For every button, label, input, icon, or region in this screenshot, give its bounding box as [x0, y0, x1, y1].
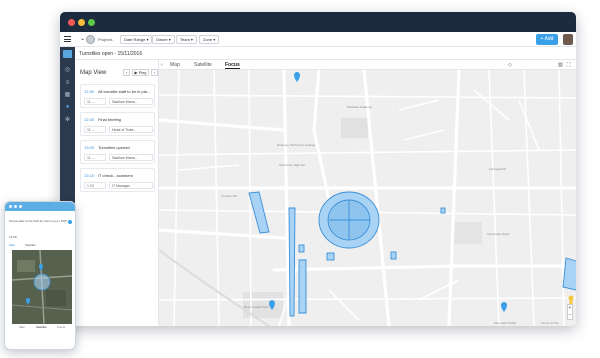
calendar-icon[interactable]: ▦	[64, 92, 71, 99]
user-avatar[interactable]	[563, 34, 573, 45]
map-label-croydon: Croydon Rd	[221, 194, 237, 198]
top-toolbar: ⌄ Projects Date Range ▾ Owner ▾ Team ▾ Z…	[60, 32, 576, 47]
map-terms: Terms of Use	[541, 321, 559, 325]
map-label-sunnyside: Sunnyside Road	[487, 232, 509, 236]
project-avatar[interactable]	[86, 35, 95, 44]
tab-map[interactable]: Map	[170, 62, 180, 68]
timeline-card[interactable]: 13:15 IT check - scanners 1 Cll IT Manag…	[80, 168, 155, 192]
owner-label: Owner	[156, 37, 168, 42]
panel-title: Map View	[80, 70, 107, 76]
map-label-fernleigh: Fernleigh Rd	[489, 167, 507, 171]
card-role: Stadium Mana...	[109, 154, 153, 161]
card-time: 12:45	[84, 117, 95, 122]
timeline-card[interactable]: 12:30 All turnstile staff to be in pla..…	[80, 84, 155, 108]
list-icon[interactable]: ≡	[64, 80, 71, 87]
card-text: All turnstile staff to be in pla...	[98, 89, 151, 94]
zone-filter[interactable]: Zone ▾	[199, 35, 220, 44]
timeline-card[interactable]: 12:45 Final briefing 11 ... Head of Tick…	[80, 112, 155, 136]
card-people: 1 Cll	[84, 182, 106, 189]
map-pin-icon[interactable]: ●	[64, 104, 71, 111]
timeline-card[interactable]: 13:00 Turnstiles opened 11 ... Stadium M…	[80, 140, 155, 164]
collapse-panel-icon[interactable]: ‹	[161, 62, 163, 68]
screenshot-stage: ⌄ Projects Date Range ▾ Owner ▾ Team ▾ Z…	[0, 0, 600, 358]
card-time: 12:30	[84, 89, 95, 94]
play-button[interactable]: ▶ Play	[132, 69, 149, 76]
card-time: 13:00	[84, 145, 95, 150]
zone-label: Zone	[203, 37, 213, 42]
card-role: IT Manager	[109, 182, 153, 189]
mobile-satellite-map	[12, 250, 72, 324]
mobile-tab-satellite[interactable]: Satellite	[25, 243, 36, 247]
mobile-heading: Teams take to the field for warm up on P…	[9, 219, 68, 223]
draw-shape-icon[interactable]: ◇	[508, 62, 512, 68]
zoom-control[interactable]: + −	[567, 304, 573, 320]
page-subheader: Turnstiles open - 15/11/2016	[75, 47, 576, 60]
project-selector[interactable]: Projects	[98, 37, 112, 42]
dashboard-icon[interactable]: ◎	[64, 67, 71, 74]
mobile-dot	[19, 205, 22, 208]
next-button[interactable]: ›	[151, 69, 158, 76]
map-view-panel: Map View ‹ ▶ Play › 12:30 All turnstile …	[75, 60, 159, 326]
window-titlebar	[60, 12, 576, 32]
mobile-bottom-tab-satellite[interactable]: Satellite	[36, 325, 47, 329]
team-label: Team	[180, 37, 190, 42]
card-role: Head of Ticke...	[109, 126, 153, 133]
page-title: Turnstiles open - 15/11/2016	[79, 51, 143, 57]
mobile-status-icon	[68, 220, 72, 224]
street-map: Croydon Rd Haringey Sixth Form College T…	[159, 70, 576, 326]
map-canvas[interactable]: Croydon Rd Haringey Sixth Form College T…	[159, 70, 576, 326]
mobile-titlebar	[5, 202, 75, 211]
mobile-dot	[9, 205, 12, 208]
map-tabs: ‹ Map Satellite Focus ◇ ▥ ⛶	[159, 60, 576, 70]
tab-focus[interactable]: Focus	[225, 62, 240, 69]
menu-icon[interactable]	[64, 36, 71, 42]
card-people: 11 ...	[84, 154, 106, 161]
mobile-bottom-tab-focus[interactable]: Focus	[57, 325, 65, 329]
mobile-dot	[14, 205, 17, 208]
maximize-window-button[interactable]	[88, 19, 95, 26]
mobile-map-tabs: Map Satellite Focus	[12, 324, 72, 330]
trash-icon[interactable]: ▥	[558, 62, 563, 68]
mobile-tab-map[interactable]: Map	[9, 243, 15, 247]
close-window-button[interactable]	[68, 19, 75, 26]
tab-satellite[interactable]: Satellite	[194, 62, 212, 68]
map-label-academy: Parkside Academy	[347, 105, 372, 109]
card-text: IT check - scanners	[98, 173, 133, 178]
fullscreen-icon[interactable]: ⛶	[567, 62, 571, 68]
desktop-window: ⌄ Projects Date Range ▾ Owner ▾ Team ▾ Z…	[60, 12, 576, 326]
map-label-college: Haringey Sixth Form College	[277, 143, 316, 147]
mobile-map[interactable]	[12, 250, 72, 324]
card-role: Stadium Mana...	[109, 98, 153, 105]
minimize-window-button[interactable]	[78, 19, 85, 26]
chevron-down-icon[interactable]: ⌄	[80, 35, 85, 42]
settings-icon[interactable]: ✻	[64, 117, 71, 124]
add-button[interactable]: + Add	[536, 34, 558, 45]
team-filter[interactable]: Team ▾	[176, 35, 197, 44]
previous-button[interactable]: ‹	[123, 69, 130, 76]
app-logo	[63, 50, 72, 58]
date-range-label: Date Range	[124, 37, 146, 42]
map-attribution: Map data ©2016	[494, 321, 517, 325]
owner-filter[interactable]: Owner ▾	[152, 35, 175, 44]
card-time: 13:15	[84, 173, 95, 178]
card-people: 11 ...	[84, 126, 106, 133]
card-text: Turnstiles opened	[98, 145, 130, 150]
mobile-device: Teams take to the field for warm up on P…	[4, 201, 76, 350]
date-range-filter[interactable]: Date Range ▾	[120, 35, 153, 44]
mobile-time: 13:00	[9, 235, 17, 239]
mobile-bottom-tab-map[interactable]: Map	[19, 325, 25, 329]
card-people: 11 ...	[84, 98, 106, 105]
map-label-high-rd: Tottenham High Rd	[279, 163, 305, 167]
map-label-park: Bruce Castle Park	[244, 305, 269, 309]
card-text: Final briefing	[98, 117, 121, 122]
